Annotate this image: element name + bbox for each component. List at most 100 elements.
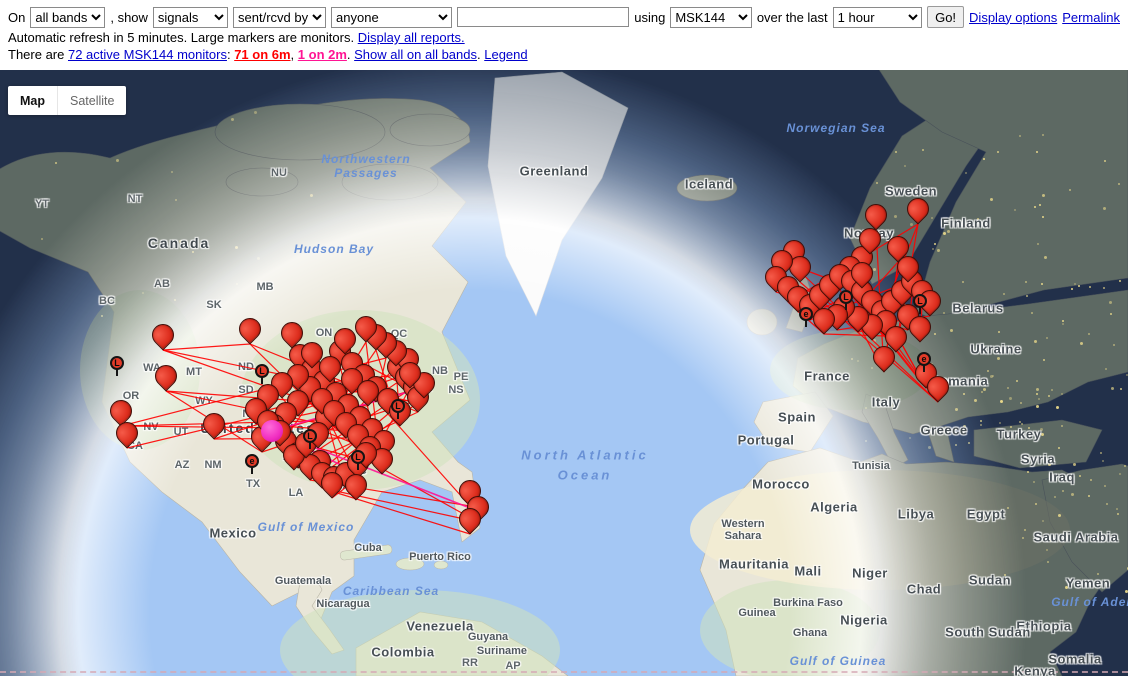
city-lights-dot bbox=[1051, 389, 1053, 391]
map-type-map-button[interactable]: Map bbox=[8, 86, 57, 115]
city-lights-dot bbox=[1043, 359, 1045, 361]
city-lights-dot bbox=[1042, 194, 1045, 197]
city-lights-dot bbox=[983, 388, 986, 391]
report-marker-lettered[interactable]: L bbox=[255, 364, 269, 378]
city-lights-dot bbox=[997, 357, 1000, 360]
city-lights-dot bbox=[1104, 485, 1106, 487]
monitors-2m-link[interactable]: 1 on 2m bbox=[298, 47, 347, 62]
active-monitors-link[interactable]: 72 active MSK144 monitors bbox=[68, 47, 227, 62]
city-lights-dot bbox=[981, 391, 983, 393]
city-lights-dot bbox=[1035, 503, 1037, 505]
map-type-satellite-button[interactable]: Satellite bbox=[57, 86, 126, 115]
city-lights-dot bbox=[1073, 463, 1076, 466]
city-lights-dot bbox=[1042, 134, 1044, 136]
city-lights-dot bbox=[1109, 301, 1112, 304]
city-lights-dot bbox=[1020, 402, 1022, 404]
city-lights-dot bbox=[1058, 447, 1060, 449]
city-lights-dot bbox=[1103, 207, 1106, 210]
report-marker-lettered[interactable]: L bbox=[110, 356, 124, 370]
report-marker-lettered[interactable]: e bbox=[245, 454, 259, 468]
city-lights-dot bbox=[974, 399, 977, 402]
city-lights-dot bbox=[998, 331, 1000, 333]
report-marker-lettered[interactable]: e bbox=[799, 307, 813, 321]
permalink-link[interactable]: Permalink bbox=[1062, 10, 1120, 25]
city-lights-dot bbox=[1041, 433, 1044, 436]
over-label: over the last bbox=[757, 10, 828, 25]
city-lights-dot bbox=[1097, 573, 1099, 575]
city-lights-dot bbox=[990, 198, 993, 201]
city-lights-dot bbox=[1069, 189, 1071, 191]
query-toolbar: On all bands , show signals sent/rcvd by… bbox=[0, 0, 1128, 70]
city-lights-dot bbox=[1088, 495, 1090, 497]
city-lights-dot bbox=[1024, 529, 1026, 531]
city-lights-dot bbox=[928, 446, 931, 449]
map-canvas[interactable]: Norwegian SeaNorthwestern PassagesHudson… bbox=[0, 70, 1128, 676]
on-label: On bbox=[8, 10, 25, 25]
report-marker-lettered[interactable]: L bbox=[391, 399, 405, 413]
city-lights-dot bbox=[977, 218, 979, 220]
city-lights-dot bbox=[1034, 340, 1037, 343]
city-lights-dot bbox=[1119, 473, 1121, 475]
city-lights-dot bbox=[1044, 256, 1047, 259]
city-lights-dot bbox=[55, 162, 57, 164]
city-lights-dot bbox=[1048, 463, 1051, 466]
report-marker-lettered[interactable]: e bbox=[917, 352, 931, 366]
city-lights-dot bbox=[865, 440, 867, 442]
city-lights-dot bbox=[1088, 333, 1090, 335]
callsign-input[interactable] bbox=[457, 7, 629, 27]
city-lights-dot bbox=[1003, 293, 1005, 295]
monitors-6m-link[interactable]: 71 on 6m bbox=[234, 47, 290, 62]
city-lights-dot bbox=[943, 312, 945, 314]
city-lights-dot bbox=[962, 281, 964, 283]
city-lights-dot bbox=[980, 424, 982, 426]
city-lights-dot bbox=[317, 280, 320, 283]
city-lights-dot bbox=[236, 283, 238, 285]
city-lights-dot bbox=[1047, 561, 1049, 563]
show-all-bands-link[interactable]: Show all on all bands bbox=[354, 47, 477, 62]
city-lights-dot bbox=[192, 251, 194, 253]
city-lights-dot bbox=[983, 158, 985, 160]
city-lights-dot bbox=[1071, 493, 1074, 496]
city-lights-dot bbox=[1126, 374, 1128, 376]
city-lights-dot bbox=[1124, 465, 1126, 467]
equator-line bbox=[0, 671, 1128, 673]
report-marker-lettered[interactable]: L bbox=[913, 294, 927, 308]
city-lights-dot bbox=[1034, 206, 1036, 208]
city-lights-dot bbox=[865, 407, 867, 409]
who-select[interactable]: anyone bbox=[331, 7, 452, 28]
city-lights-dot bbox=[895, 151, 897, 153]
report-marker-lettered[interactable]: L bbox=[839, 290, 853, 304]
city-lights-dot bbox=[41, 238, 43, 240]
city-lights-dot bbox=[1046, 549, 1048, 551]
city-lights-dot bbox=[171, 171, 173, 173]
monitor-2m-marker[interactable] bbox=[261, 420, 283, 442]
display-options-link[interactable]: Display options bbox=[969, 10, 1057, 25]
city-lights-dot bbox=[955, 444, 957, 446]
report-marker-lettered[interactable]: L bbox=[303, 429, 317, 443]
protocol-select[interactable]: MSK144 bbox=[670, 7, 751, 28]
map-type-control: Map Satellite bbox=[8, 86, 126, 115]
city-lights-dot bbox=[1036, 151, 1038, 153]
mode-select[interactable]: signals bbox=[153, 7, 228, 28]
go-button[interactable]: Go! bbox=[927, 6, 964, 28]
city-lights-dot bbox=[179, 240, 182, 243]
city-lights-dot bbox=[955, 408, 958, 411]
city-lights-dot bbox=[937, 249, 940, 252]
legend-link[interactable]: Legend bbox=[484, 47, 527, 62]
city-lights-dot bbox=[857, 360, 859, 362]
city-lights-dot bbox=[1103, 287, 1105, 289]
city-lights-dot bbox=[1111, 387, 1114, 390]
city-lights-dot bbox=[1116, 508, 1118, 510]
band-select[interactable]: all bands bbox=[30, 7, 105, 28]
city-lights-dot bbox=[1010, 426, 1012, 428]
city-lights-dot bbox=[931, 217, 933, 219]
display-all-reports-link[interactable]: Display all reports. bbox=[358, 30, 465, 45]
city-lights-dot bbox=[1117, 513, 1119, 515]
comma-text: , bbox=[291, 47, 298, 62]
city-lights-dot bbox=[894, 215, 897, 218]
report-marker-lettered[interactable]: L bbox=[351, 450, 365, 464]
refresh-text: Automatic refresh in 5 minutes. Large ma… bbox=[8, 30, 354, 45]
city-lights-dot bbox=[231, 118, 234, 121]
direction-select[interactable]: sent/rcvd by bbox=[233, 7, 326, 28]
timespan-select[interactable]: 1 hour bbox=[833, 7, 922, 28]
